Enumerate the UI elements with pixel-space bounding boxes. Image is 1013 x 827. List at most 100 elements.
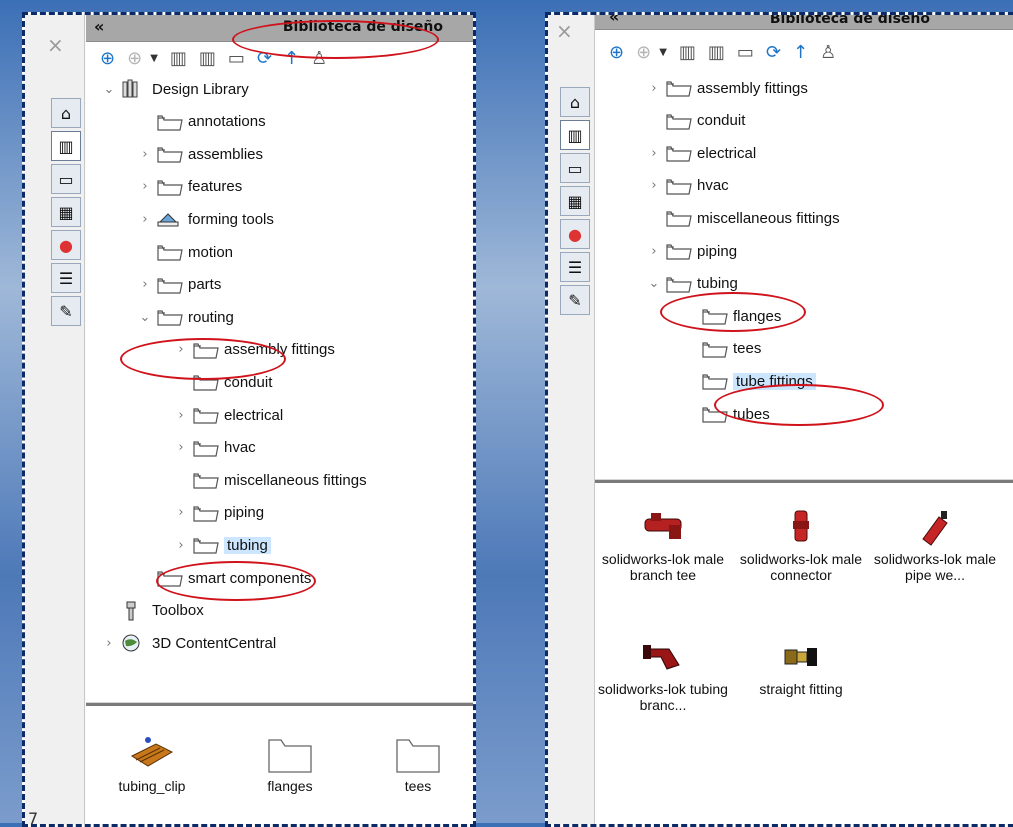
chevron-down-icon[interactable]: ⌄ (134, 310, 156, 325)
tree-item[interactable]: › tubing (170, 532, 271, 558)
vtab-design-library[interactable]: ▥ (560, 120, 590, 150)
up-icon[interactable]: ↑ (284, 50, 299, 68)
refresh-icon[interactable]: ⟳ (257, 50, 272, 68)
chevron-right-icon[interactable]: › (643, 178, 665, 193)
library-item[interactable]: solidworks-lok male connector (731, 503, 871, 583)
tree-item[interactable]: › assembly fittings (170, 337, 335, 363)
library-item[interactable]: solidworks-lok tubing branc... (593, 633, 733, 713)
library-item[interactable]: straight fitting (731, 633, 871, 697)
collapse-panel-icon[interactable]: « (609, 15, 619, 26)
folder-icon (665, 176, 695, 196)
tree-item-label: features (188, 178, 243, 196)
tree-item[interactable]: annotations (134, 109, 266, 135)
tree-item[interactable]: › hvac (643, 173, 729, 199)
tree-item[interactable]: › forming tools (134, 206, 273, 232)
home-icon: ⌂ (60, 103, 72, 123)
library-item[interactable]: tees (348, 730, 473, 794)
tree-item[interactable]: flanges (679, 303, 781, 329)
tree-item[interactable]: › piping (643, 238, 737, 264)
folder-icon (220, 730, 360, 778)
panel-title: Biblioteca de diseño (769, 12, 930, 27)
tree-item[interactable]: › electrical (170, 402, 283, 428)
library-item[interactable]: solidworks-lok male branch tee (593, 503, 733, 583)
tree-item[interactable]: › electrical (643, 140, 756, 166)
library-item[interactable]: tubing_clip (82, 730, 222, 794)
close-icon[interactable]: × (47, 33, 64, 57)
collapse-panel-icon[interactable]: « (94, 17, 104, 36)
vtab-forum[interactable]: ✎ (560, 285, 590, 315)
tree-item[interactable]: › 3D ContentCentral (98, 630, 276, 656)
chevron-right-icon[interactable]: › (170, 342, 192, 357)
chevron-right-icon[interactable]: › (98, 636, 120, 651)
toolbox-icon[interactable]: ♙ (311, 50, 327, 68)
dropdown-icon[interactable]: ▼ (150, 54, 158, 64)
tree-item[interactable]: tees (679, 336, 761, 362)
chevron-right-icon[interactable]: › (170, 538, 192, 553)
create-new-folder-icon[interactable]: ▥ (199, 50, 216, 68)
chevron-right-icon[interactable]: › (134, 147, 156, 162)
vtab-custom-properties[interactable]: ☰ (51, 263, 81, 293)
vtab-appearances[interactable]: ● (560, 219, 590, 249)
chevron-down-icon[interactable]: ⌄ (98, 82, 120, 97)
chevron-right-icon[interactable]: › (643, 81, 665, 96)
tree-item[interactable]: › assemblies (134, 141, 263, 167)
tree-item-label: miscellaneous fittings (697, 209, 840, 227)
forward-icon[interactable]: ⊕ (127, 50, 142, 68)
vtab-design-library[interactable]: ▥ (51, 131, 81, 161)
tree-item[interactable]: conduit (170, 369, 272, 395)
tree-item[interactable]: miscellaneous fittings (170, 467, 367, 493)
tree-item[interactable]: miscellaneous fittings (643, 205, 840, 231)
up-icon[interactable]: ↑ (793, 44, 808, 62)
new-folder-icon[interactable]: ▭ (737, 44, 754, 62)
vtab-view-palette[interactable]: ▦ (560, 186, 590, 216)
vtab-appearances[interactable]: ● (51, 230, 81, 260)
tree-item[interactable]: › hvac (170, 435, 256, 461)
tree-item[interactable]: ⌄ Design Library (98, 76, 249, 102)
chevron-right-icon[interactable]: › (170, 440, 192, 455)
back-icon[interactable]: ⊕ (100, 50, 115, 68)
vtab-forum[interactable]: ✎ (51, 296, 81, 326)
tree-item[interactable]: › assembly fittings (643, 75, 808, 101)
library-item[interactable]: flanges (220, 730, 360, 794)
library-item[interactable]: solidworks-lok male pipe we... (865, 503, 1005, 583)
back-icon[interactable]: ⊕ (609, 44, 624, 62)
chevron-right-icon[interactable]: › (643, 244, 665, 259)
add-file-location-icon[interactable]: ▥ (679, 44, 696, 62)
tree-item[interactable]: › piping (170, 500, 264, 526)
chevron-down-icon[interactable]: ⌄ (643, 276, 665, 291)
new-folder-icon[interactable]: ▭ (228, 50, 245, 68)
forward-icon[interactable]: ⊕ (636, 44, 651, 62)
create-new-folder-icon[interactable]: ▥ (708, 44, 725, 62)
tree-item[interactable]: ⌄ routing (134, 304, 234, 330)
design-library-icon: ▥ (567, 125, 583, 145)
toolbox-icon[interactable]: ♙ (820, 44, 836, 62)
tree-item[interactable]: tube fittings (679, 368, 816, 394)
vtab-custom-properties[interactable]: ☰ (560, 252, 590, 282)
chevron-right-icon[interactable]: › (134, 212, 156, 227)
chevron-right-icon[interactable]: › (170, 408, 192, 423)
tree-item[interactable]: motion (134, 239, 233, 265)
tree-item[interactable]: tubes (679, 401, 770, 427)
vtab-home[interactable]: ⌂ (560, 87, 590, 117)
chevron-right-icon[interactable]: › (643, 146, 665, 161)
tree-item-label: 3D ContentCentral (152, 634, 277, 652)
tree-item[interactable]: smart components (134, 565, 311, 591)
tree-item[interactable]: Toolbox (98, 598, 204, 624)
dropdown-icon[interactable]: ▼ (659, 48, 667, 58)
tree-item[interactable]: › features (134, 174, 242, 200)
chevron-right-icon[interactable]: › (170, 505, 192, 520)
vtab-view-palette[interactable]: ▦ (51, 197, 81, 227)
add-file-location-icon[interactable]: ▥ (170, 50, 187, 68)
chevron-right-icon[interactable]: › (134, 179, 156, 194)
close-icon[interactable]: × (556, 19, 573, 43)
vtab-home[interactable]: ⌂ (51, 98, 81, 128)
tree-item[interactable]: ⌄ tubing (643, 271, 738, 297)
custom-properties-icon: ☰ (567, 257, 583, 277)
refresh-icon[interactable]: ⟳ (766, 44, 781, 62)
vtab-file-explorer[interactable]: ▭ (51, 164, 81, 194)
custom-properties-icon: ☰ (58, 268, 74, 288)
tree-item[interactable]: › parts (134, 272, 221, 298)
chevron-right-icon[interactable]: › (134, 277, 156, 292)
vtab-file-explorer[interactable]: ▭ (560, 153, 590, 183)
tree-item[interactable]: conduit (643, 108, 745, 134)
